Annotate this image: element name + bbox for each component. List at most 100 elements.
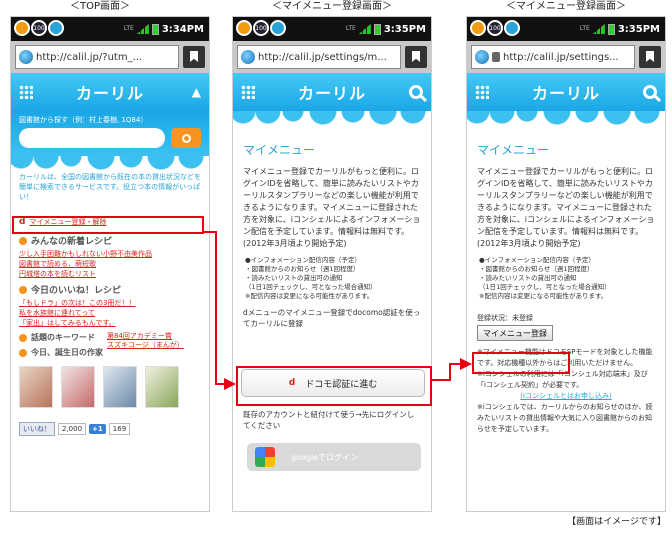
- app-icon: [504, 20, 520, 36]
- globe-icon: [241, 50, 255, 64]
- notify-icon: [236, 20, 252, 36]
- keyword-link[interactable]: 第84回アカデミー賞: [107, 332, 184, 341]
- status-bar: 100 LTE 3:35PM: [467, 17, 665, 41]
- url-text: http://calil.jp/settings...: [503, 51, 619, 63]
- cloud-divider: [467, 111, 665, 139]
- bullet-icon: [19, 348, 27, 357]
- social-buttons: いいね！ 2,000 +1 169: [11, 408, 209, 436]
- app-icon: [48, 20, 64, 36]
- search-icon[interactable]: [409, 85, 423, 99]
- globe-icon: [19, 50, 33, 64]
- google-plus-button[interactable]: +1: [89, 424, 106, 434]
- search-icon[interactable]: [643, 85, 657, 99]
- info-item: ・図書館からのお知らせ（週1回程度）: [245, 265, 360, 273]
- bullet-icon: [19, 333, 27, 342]
- search-label: 図書館から探す（例：村上春樹, 1Q84）: [19, 116, 148, 124]
- image-note: 【画面はイメージです】: [567, 517, 666, 527]
- status-bar: 100 LTE 3:34PM: [11, 17, 209, 41]
- info-item: ・図書館からのお知らせ（週1回程度）: [479, 265, 594, 273]
- caption-register-2: ＜マイメニュー登録画面＞: [506, 1, 626, 12]
- mymenu-link-text: マイメニュー登録・解除: [29, 218, 107, 226]
- menu-grid-icon[interactable]: [241, 85, 255, 99]
- note-item: ※マイメニュー機能はドコモSPモードを対象とした機能です。対応機種以外からはご利…: [477, 348, 653, 367]
- docomo-d-icon: d: [19, 217, 26, 227]
- section-title: 話題のキーワード: [31, 333, 95, 342]
- app-header: カーリル: [233, 73, 431, 111]
- battery-icon: [373, 23, 381, 35]
- app-logo: カーリル: [75, 84, 144, 103]
- signal-icon: [136, 24, 149, 34]
- app-logo: カーリル: [531, 84, 600, 103]
- keyword-link[interactable]: スズキコージ（まんが）: [107, 341, 184, 350]
- plus-count: 169: [108, 423, 131, 435]
- bookmark-button[interactable]: [639, 46, 661, 68]
- cloud-divider: [233, 111, 431, 139]
- section-new-recipes: みんなの新着レシピ: [11, 230, 209, 249]
- google-icon: [255, 447, 275, 467]
- info-list: ●インフォメーション配信内容（予定） ・図書館からのお知らせ（週1回程度） ・読…: [233, 250, 431, 307]
- docomo-auth-label: ドコモ認証に進む: [305, 379, 378, 390]
- google-login-label: googleでログイン: [291, 452, 359, 462]
- info-item: ●インフォメーション配信内容（予定）: [479, 256, 595, 264]
- lock-icon: [492, 52, 500, 62]
- book-cover[interactable]: [145, 366, 179, 408]
- like-count: 2,000: [58, 423, 87, 435]
- section-title: 今日のいいね！レシピ: [31, 286, 122, 296]
- book-cover[interactable]: [19, 366, 53, 408]
- caption-top: ＜TOP画面＞: [69, 1, 130, 12]
- recipe-link[interactable]: 少し入手困難かもしれない小野不由美作品: [19, 249, 201, 259]
- lte-label: LTE: [345, 25, 356, 32]
- recipe-link[interactable]: 私を水族館に連れてって: [19, 308, 201, 318]
- book-covers: [11, 358, 209, 408]
- recipe-link[interactable]: 「もしドラ」の次は！この3冊だ！！: [19, 298, 201, 308]
- registration-status: 登録状況：未登録: [477, 314, 533, 322]
- bookmark-button[interactable]: [405, 46, 427, 68]
- recipe-link[interactable]: 図書館で読める、萌短歌: [19, 259, 201, 269]
- recipe-link[interactable]: 「家出」はしてみるもんです。: [19, 318, 201, 328]
- bullet-icon: [19, 236, 27, 245]
- clock: 3:34PM: [161, 23, 204, 35]
- info-item: ※配信内容は変更になる可能性があります。: [479, 292, 608, 300]
- bookmark-button[interactable]: [183, 46, 205, 68]
- book-cover[interactable]: [61, 366, 95, 408]
- arrow-to-register: [432, 358, 472, 381]
- url-field[interactable]: http://calil.jp/?utm_...: [15, 45, 179, 69]
- note-item: ※iコンシェルでは、カーリルからのお知らせのほか、読みたいリストの貸出情報や大気…: [477, 403, 653, 433]
- app-header: カーリル: [467, 73, 665, 111]
- status-bar: 100 LTE 3:35PM: [233, 17, 431, 41]
- url-field[interactable]: http://calil.jp/settings/m...: [237, 45, 401, 69]
- search-input[interactable]: [19, 128, 165, 148]
- iconcier-link[interactable]: (iコンシェルとはお申し込み): [520, 392, 611, 400]
- mymenu-link[interactable]: d マイメニュー登録・解除: [11, 214, 209, 230]
- mymenu-register-button[interactable]: マイメニュー登録: [477, 325, 553, 341]
- notify-icon: [14, 20, 30, 36]
- app-header: カーリル ▲: [11, 73, 209, 111]
- page-title: マイメニュー: [243, 143, 316, 157]
- phone-register-2: 100 LTE 3:35PM http://calil.jp/settings.…: [466, 16, 666, 512]
- menu-grid-icon[interactable]: [19, 85, 33, 99]
- lte-label: LTE: [123, 25, 134, 32]
- search-area: 図書館から探す（例：村上春樹, 1Q84）: [11, 111, 209, 156]
- search-button[interactable]: [171, 128, 201, 148]
- 100-icon: 100: [487, 20, 503, 36]
- phone-register: 100 LTE 3:35PM http://calil.jp/settings/…: [232, 16, 432, 512]
- recipe-link[interactable]: 円城塔の本を読むリスト: [19, 269, 201, 279]
- globe-icon: [475, 50, 489, 64]
- google-login-button[interactable]: googleでログイン: [247, 443, 421, 471]
- info-item: ・読みたいリストの貸出可の通知: [245, 274, 343, 282]
- search-icon: [181, 133, 191, 143]
- facebook-like-button[interactable]: いいね！: [19, 422, 55, 436]
- docomo-auth-button[interactable]: d ドコモ認証に進む: [241, 369, 425, 397]
- section-keywords: 話題のキーワード 今日、誕生日の作家 第84回アカデミー賞 スズキコージ（まんが…: [11, 328, 209, 358]
- docomo-d-icon: d: [288, 378, 296, 388]
- menu-grid-icon[interactable]: [475, 85, 489, 99]
- notes: ※マイメニュー機能はドコモSPモードを対象とした機能です。対応機種以外からはご利…: [467, 341, 665, 441]
- bullet-icon: [19, 285, 27, 294]
- 100-icon: 100: [31, 20, 47, 36]
- collapse-arrow-icon[interactable]: ▲: [192, 85, 201, 99]
- app-logo: カーリル: [297, 84, 366, 103]
- url-field[interactable]: http://calil.jp/settings...: [471, 45, 635, 69]
- page: ＜TOP画面＞ ＜マイメニュー登録画面＞ ＜マイメニュー登録画面＞ 100 LT…: [0, 0, 672, 533]
- book-cover[interactable]: [103, 366, 137, 408]
- clock: 3:35PM: [617, 23, 660, 35]
